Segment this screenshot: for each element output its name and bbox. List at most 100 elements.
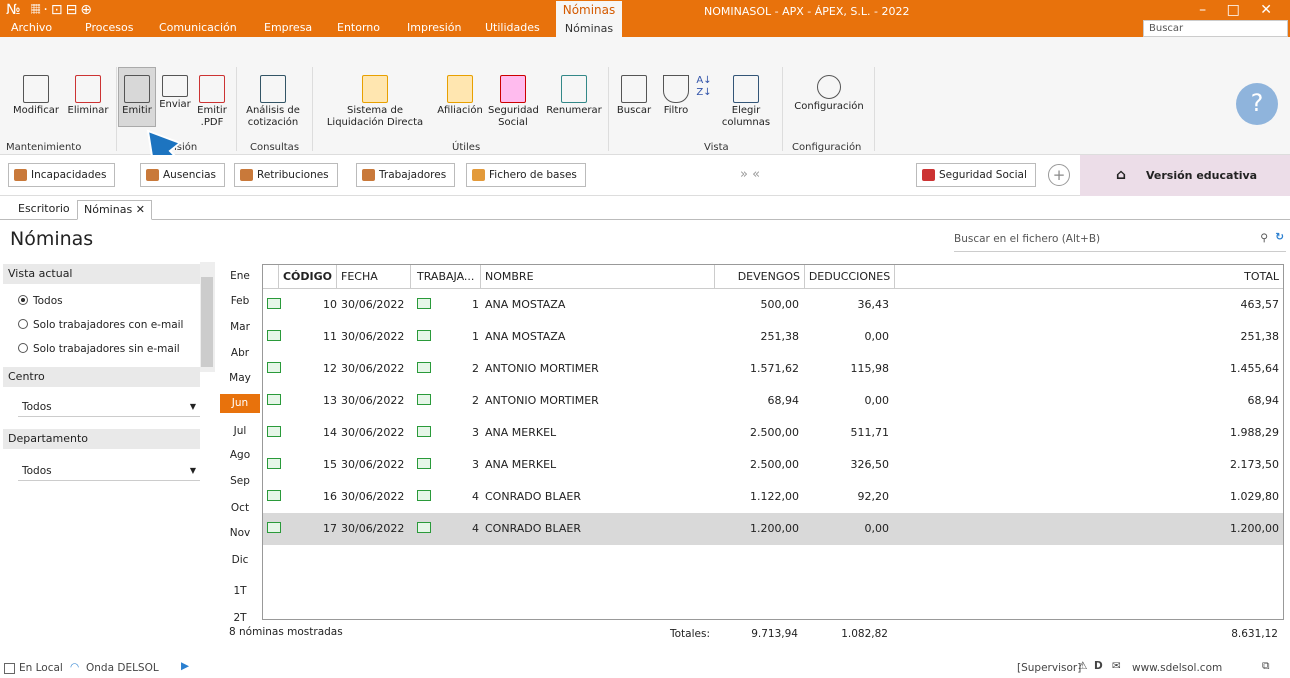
month-jun[interactable]: Jun — [220, 394, 260, 413]
page-title: Nóminas — [10, 228, 94, 250]
help-icon[interactable]: ? — [1236, 83, 1278, 125]
status-onda[interactable]: Onda DELSOL — [86, 662, 159, 674]
mail-icon[interactable]: ✉ — [1112, 660, 1121, 672]
month-mar[interactable]: Mar — [220, 321, 260, 333]
table-row[interactable]: 12 30/06/2022 2 ANTONIO MORTIMER 1.571,62 115… — [263, 353, 1283, 385]
col-total[interactable]: TOTAL — [895, 265, 1283, 289]
month-feb[interactable]: Feb — [220, 295, 260, 307]
status-site[interactable]: www.sdelsol.com — [1132, 662, 1222, 674]
col-trabajador[interactable]: TRABAJA... — [411, 265, 481, 289]
shortcut-seguridad-social[interactable]: Seguridad Social — [916, 163, 1036, 187]
menu-procesos[interactable]: Procesos — [85, 21, 133, 34]
cell-deducciones: 92,20 — [857, 490, 890, 503]
worker-doc-icon[interactable] — [417, 330, 431, 341]
window-icon[interactable]: ⧉ — [1262, 660, 1270, 673]
shortcut-ausencias[interactable]: Ausencias — [140, 163, 226, 187]
close-icon[interactable]: ✕ — [136, 203, 145, 216]
table-row[interactable]: 11 30/06/2022 1 ANA MOSTAZA 251,38 0,00 251,38 — [263, 321, 1283, 353]
group-utiles: Útiles — [452, 142, 481, 153]
window-controls[interactable]: – □ ✕ — [1199, 2, 1280, 18]
radio-todos[interactable]: Todos — [18, 295, 63, 307]
col-nombre[interactable]: NOMBRE — [481, 265, 715, 289]
seguridad-social-button[interactable]: Seguridad Social — [488, 75, 539, 129]
worker-doc-icon[interactable] — [417, 394, 431, 405]
modificar-button[interactable]: Modificar — [10, 75, 62, 117]
centro-select[interactable]: Todos ▼ — [18, 397, 200, 417]
buscar-button[interactable]: Buscar — [616, 75, 652, 117]
table-row[interactable]: 13 30/06/2022 2 ANTONIO MORTIMER 68,94 0,00 68… — [263, 385, 1283, 417]
menu-comunicacion[interactable]: Comunicación — [159, 21, 237, 34]
filtro-button[interactable]: Filtro — [660, 75, 692, 117]
eliminar-button[interactable]: Eliminar — [63, 75, 113, 117]
menu-archivo[interactable]: Archivo — [11, 21, 52, 34]
quarter-1t[interactable]: 1T — [220, 585, 260, 597]
worker-doc-icon[interactable] — [417, 458, 431, 469]
left-scrollbar-thumb[interactable] — [201, 277, 213, 367]
month-dic[interactable]: Dic — [220, 554, 260, 566]
afiliacion-button[interactable]: Afiliación — [436, 75, 484, 117]
quick-access-toolbar[interactable]: № 𝄜·⊡⊟⊕ — [6, 2, 95, 18]
worker-doc-icon[interactable] — [417, 490, 431, 501]
social-security-icon — [500, 75, 526, 103]
menu-nominas[interactable]: Nóminas — [556, 19, 622, 39]
menu-empresa[interactable]: Empresa — [264, 21, 312, 34]
worker-doc-icon[interactable] — [417, 522, 431, 533]
menu-utilidades[interactable]: Utilidades — [485, 21, 540, 34]
file-search-input[interactable]: Buscar en el fichero (Alt+B) ⚲ ↻ — [954, 228, 1286, 252]
sort-button[interactable]: A↓ Z↓ — [694, 75, 714, 99]
table-row[interactable]: 16 30/06/2022 4 CONRADO BLAER 1.122,00 92,20 1… — [263, 481, 1283, 513]
worker-doc-icon[interactable] — [417, 362, 431, 373]
emitir-button[interactable]: Emitir — [118, 67, 156, 127]
col-codigo[interactable]: CÓDIGO — [279, 265, 337, 289]
col-deducciones[interactable]: DEDUCCIONES — [805, 265, 895, 289]
shortcut-retribuciones[interactable]: Retribuciones — [234, 163, 338, 187]
play-icon[interactable]: ▶ — [181, 660, 189, 672]
tab-escritorio[interactable]: Escritorio — [12, 200, 76, 220]
month-ago[interactable]: Ago — [220, 449, 260, 461]
radio-con-email[interactable]: Solo trabajadores con e-mail — [18, 319, 183, 331]
refresh-icon[interactable]: ↻ — [1275, 231, 1284, 243]
table-row[interactable]: 14 30/06/2022 3 ANA MERKEL 2.500,00 511,71 1.9… — [263, 417, 1283, 449]
ribbon: Modificar Eliminar Emitir Enviar Emitir … — [0, 37, 1290, 181]
left-filter-pane: Vista actual Todos Solo trabajadores con… — [0, 262, 216, 662]
col-fecha[interactable]: FECHA — [337, 265, 411, 289]
worker-doc-icon[interactable] — [417, 426, 431, 437]
month-nov[interactable]: Nov — [220, 527, 260, 539]
table-row[interactable]: 15 30/06/2022 3 ANA MERKEL 2.500,00 326,50 2.1… — [263, 449, 1283, 481]
cell-nombre: ANA MOSTAZA — [485, 298, 566, 311]
elegir-columnas-button[interactable]: Elegir columnas — [718, 75, 774, 129]
cell-nombre: CONRADO BLAER — [485, 522, 581, 535]
quarter-2t[interactable]: 2T — [220, 612, 260, 624]
menu-entorno[interactable]: Entorno — [337, 21, 380, 34]
tab-nominas[interactable]: Nóminas ✕ — [77, 200, 152, 220]
shortcut-nav[interactable]: » « — [740, 167, 760, 182]
table-row[interactable]: 10 30/06/2022 1 ANA MOSTAZA 500,00 36,43 463,5… — [263, 289, 1283, 321]
month-jul[interactable]: Jul — [220, 425, 260, 437]
month-may[interactable]: May — [220, 372, 260, 384]
top-search-input[interactable]: Buscar — [1143, 20, 1288, 37]
delsol-d-icon[interactable]: D — [1094, 660, 1103, 672]
shortcut-fichero-bases[interactable]: Fichero de bases — [466, 163, 586, 187]
renumerar-button[interactable]: Renumerar — [544, 75, 604, 117]
search-icon[interactable]: ⚲ — [1260, 232, 1268, 244]
month-sep[interactable]: Sep — [220, 475, 260, 487]
col-devengos[interactable]: DEVENGOS — [715, 265, 805, 289]
shortcut-trabajadores[interactable]: Trabajadores — [356, 163, 456, 187]
enviar-button[interactable]: Enviar — [158, 75, 192, 111]
add-shortcut-icon[interactable]: + — [1048, 164, 1070, 186]
month-oct[interactable]: Oct — [220, 502, 260, 514]
month-abr[interactable]: Abr — [220, 347, 260, 359]
warning-icon[interactable]: ⚠ — [1078, 660, 1087, 672]
radio-sin-email[interactable]: Solo trabajadores sin e-mail — [18, 343, 180, 355]
worker-doc-icon[interactable] — [417, 298, 431, 309]
emitir-pdf-button[interactable]: Emitir .PDF — [194, 75, 230, 129]
sistema-liquidacion-button[interactable]: Sistema de Liquidación Directa — [320, 75, 430, 129]
configuracion-button[interactable]: Configuración — [790, 75, 868, 113]
shortcut-incapacidades[interactable]: Incapacidades — [8, 163, 116, 187]
analisis-cotizacion-button[interactable]: Análisis de cotización — [242, 75, 304, 129]
checkbox-icon[interactable] — [4, 663, 15, 674]
month-ene[interactable]: Ene — [220, 270, 260, 282]
menu-impresion[interactable]: Impresión — [407, 21, 461, 34]
table-row[interactable]: 17 30/06/2022 4 CONRADO BLAER 1.200,00 0,00 1.… — [263, 513, 1283, 545]
departamento-select[interactable]: Todos ▼ — [18, 461, 200, 481]
